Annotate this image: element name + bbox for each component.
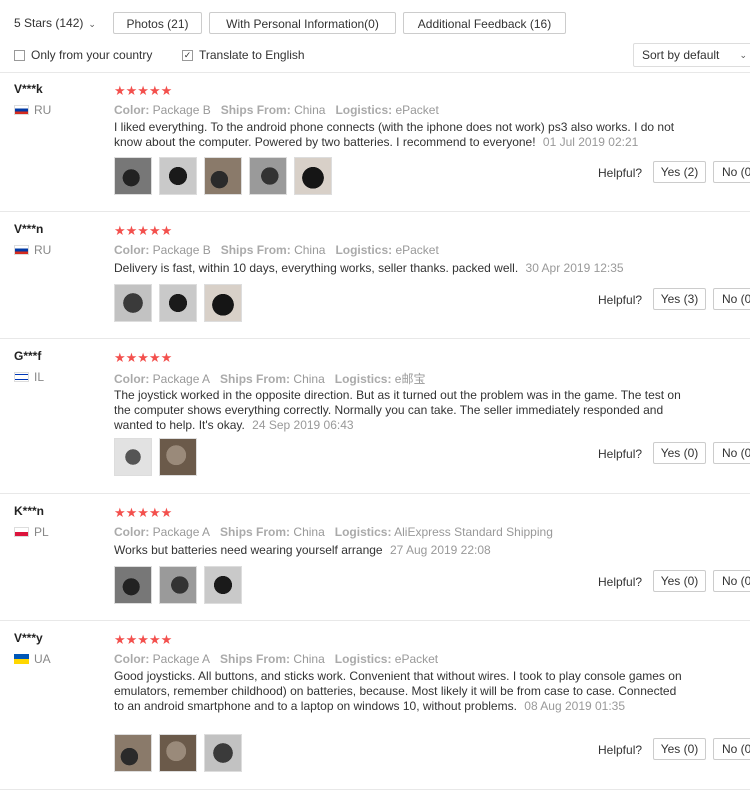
country-code: UA (34, 652, 51, 666)
order-info: Color: Package A Ships From: China Logisti… (114, 525, 553, 539)
sort-select[interactable]: Sort by default ⌄ (633, 43, 750, 67)
order-info: Color: Package B Ships From: China Logisti… (114, 243, 439, 257)
sort-value: Sort by default (642, 48, 720, 62)
star-rating: ★★★★★ (114, 83, 173, 98)
review-date: 01 Jul 2019 02:21 (542, 135, 639, 149)
review-date: 08 Aug 2019 01:35 (524, 699, 626, 713)
review-photo-thumbnail[interactable] (204, 734, 242, 772)
review-photo-thumbnail[interactable] (204, 284, 242, 322)
review-date: 30 Apr 2019 12:35 (525, 261, 624, 275)
review-item: V***n RU ★★★★★ Color: Package B Ships Fro… (0, 212, 750, 339)
helpful-yes-button[interactable]: Yes (0) (653, 442, 706, 464)
reviewer-name: V***y (14, 631, 43, 645)
helpful-label: Helpful? (598, 575, 643, 589)
reviewer-country: RU (14, 243, 51, 257)
helpful-no-button[interactable]: No (0 (713, 738, 750, 760)
translate-label: Translate to English (199, 48, 305, 62)
helpful-yes-button[interactable]: Yes (0) (653, 738, 706, 760)
only-country-checkbox[interactable]: Only from your country (14, 48, 152, 62)
review-photo-thumbnail[interactable] (159, 157, 197, 195)
star-rating: ★★★★★ (114, 632, 173, 647)
review-photo-thumbnail[interactable] (159, 734, 197, 772)
personal-info-filter-button[interactable]: With Personal Information(0) (209, 12, 396, 34)
photos-filter-button[interactable]: Photos (21) (113, 12, 202, 34)
helpful-label: Helpful? (598, 447, 643, 461)
review-photo-thumbnail[interactable] (114, 157, 152, 195)
country-code: RU (34, 103, 52, 117)
helpful-yes-button[interactable]: Yes (3) (653, 288, 706, 310)
review-photo-thumbnail[interactable] (159, 284, 197, 322)
helpful-no-button[interactable]: No (0 (713, 442, 750, 464)
review-photos (114, 566, 242, 604)
helpful-yes-button[interactable]: Yes (2) (653, 161, 706, 183)
reviewer-name: K***n (14, 504, 45, 518)
israel-flag-icon (14, 372, 29, 382)
poland-flag-icon (14, 527, 29, 537)
ukraine-flag-icon (14, 654, 29, 664)
russia-flag-icon (14, 105, 29, 115)
review-photo-thumbnail[interactable] (159, 566, 197, 604)
helpful-yes-button[interactable]: Yes (0) (653, 570, 706, 592)
review-photos (114, 157, 332, 195)
review-photo-thumbnail[interactable] (204, 157, 242, 195)
review-photo-thumbnail[interactable] (114, 438, 152, 476)
helpful-no-button[interactable]: No (0 (713, 288, 750, 310)
reviewer-name: G***f (14, 349, 42, 363)
rating-filter-value: 5 Stars (142) (14, 16, 84, 30)
translate-checkbox[interactable]: ✓ Translate to English (182, 48, 305, 62)
country-code: PL (34, 525, 49, 539)
review-photos (114, 734, 242, 772)
review-item: G***f IL ★★★★★ Color: Package A Ships Fro… (0, 339, 750, 494)
star-rating: ★★★★★ (114, 505, 173, 520)
review-photo-thumbnail[interactable] (114, 734, 152, 772)
helpful-label: Helpful? (598, 166, 643, 180)
reviewer-country: UA (14, 652, 51, 666)
review-photo-thumbnail[interactable] (114, 284, 152, 322)
review-item: K***n PL ★★★★★ Color: Package A Ships Fro… (0, 494, 750, 621)
checkbox-checked-icon: ✓ (182, 49, 193, 61)
review-photos (114, 438, 197, 476)
country-code: RU (34, 243, 52, 257)
review-text: Good joysticks. All buttons, and sticks … (114, 669, 682, 713)
star-rating: ★★★★★ (114, 350, 173, 365)
helpful-label: Helpful? (598, 293, 643, 307)
review-text: I liked everything. To the android phone… (114, 120, 675, 149)
review-photo-thumbnail[interactable] (249, 157, 287, 195)
order-info: Color: Package B Ships From: China Logisti… (114, 103, 439, 117)
russia-flag-icon (14, 245, 29, 255)
review-photo-thumbnail[interactable] (204, 566, 242, 604)
helpful-label: Helpful? (598, 743, 643, 757)
chevron-down-icon: ⌄ (739, 50, 747, 60)
review-toolbar: 5 Stars (142) ⌄ Photos (21) With Personal… (0, 0, 750, 73)
helpful-no-button[interactable]: No (0 (713, 570, 750, 592)
order-info: Color: Package A Ships From: China Logisti… (114, 372, 426, 386)
reviewer-name: V***k (14, 82, 43, 96)
review-photo-thumbnail[interactable] (294, 157, 332, 195)
review-photos (114, 284, 242, 322)
additional-feedback-filter-button[interactable]: Additional Feedback (16) (403, 12, 566, 34)
review-photo-thumbnail[interactable] (159, 438, 197, 476)
order-info: Color: Package A Ships From: China Logisti… (114, 652, 439, 666)
checkbox-unchecked-icon (14, 49, 25, 61)
reviewer-name: V***n (14, 222, 44, 236)
review-item: V***y UA ★★★★★ Color: Package A Ships Fro… (0, 621, 750, 790)
chevron-down-icon: ⌄ (88, 19, 96, 29)
review-text: The joystick worked in the opposite dire… (114, 388, 681, 432)
rating-filter-select[interactable]: 5 Stars (142) ⌄ (14, 16, 96, 30)
review-date: 24 Sep 2019 06:43 (252, 418, 354, 432)
review-item: V***k RU ★★★★★ Color: Package B Ships Fro… (0, 72, 750, 212)
country-code: IL (34, 370, 45, 384)
review-text: Delivery is fast, within 10 days, everyt… (114, 261, 624, 275)
helpful-no-button[interactable]: No (0 (713, 161, 750, 183)
star-rating: ★★★★★ (114, 223, 173, 238)
reviewer-country: RU (14, 103, 51, 117)
reviewer-country: PL (14, 525, 49, 539)
review-text: Works but batteries need wearing yoursel… (114, 543, 491, 557)
reviewer-country: IL (14, 370, 44, 384)
review-photo-thumbnail[interactable] (114, 566, 152, 604)
review-date: 27 Aug 2019 22:08 (389, 543, 491, 557)
only-country-label: Only from your country (31, 48, 153, 62)
